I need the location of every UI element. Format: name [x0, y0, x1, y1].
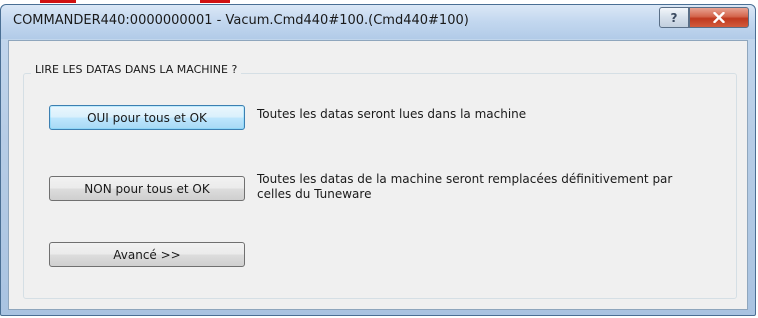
help-button[interactable]: ? [659, 7, 689, 28]
window-title: COMMANDER440:0000000001 - Vacum.Cmd440#1… [13, 13, 469, 28]
red-mark-left [40, 0, 76, 3]
close-x-icon [713, 12, 725, 23]
no-description-line-2: celles du Tuneware [257, 187, 372, 201]
no-description: Toutes les datas de la machine seront re… [257, 172, 727, 202]
close-button[interactable] [689, 7, 749, 28]
yes-all-ok-button[interactable]: OUI pour tous et OK [49, 105, 245, 130]
dialog-window: COMMANDER440:0000000001 - Vacum.Cmd440#1… [0, 4, 756, 316]
yes-description: Toutes les datas seront lues dans la mac… [257, 107, 727, 122]
group-box-legend: LIRE LES DATAS DANS LA MACHINE ? [31, 63, 242, 76]
question-mark-icon: ? [670, 10, 678, 25]
advanced-button[interactable]: Avancé >> [49, 242, 245, 267]
no-description-line-1: Toutes les datas de la machine seront re… [257, 172, 673, 186]
no-all-ok-button[interactable]: NON pour tous et OK [49, 176, 245, 201]
dialog-client-area: LIRE LES DATAS DANS LA MACHINE ? OUI pou… [8, 40, 748, 310]
title-bar[interactable]: COMMANDER440:0000000001 - Vacum.Cmd440#1… [1, 5, 755, 39]
yes-description-text: Toutes les datas seront lues dans la mac… [257, 107, 527, 121]
red-mark-right [200, 0, 230, 3]
